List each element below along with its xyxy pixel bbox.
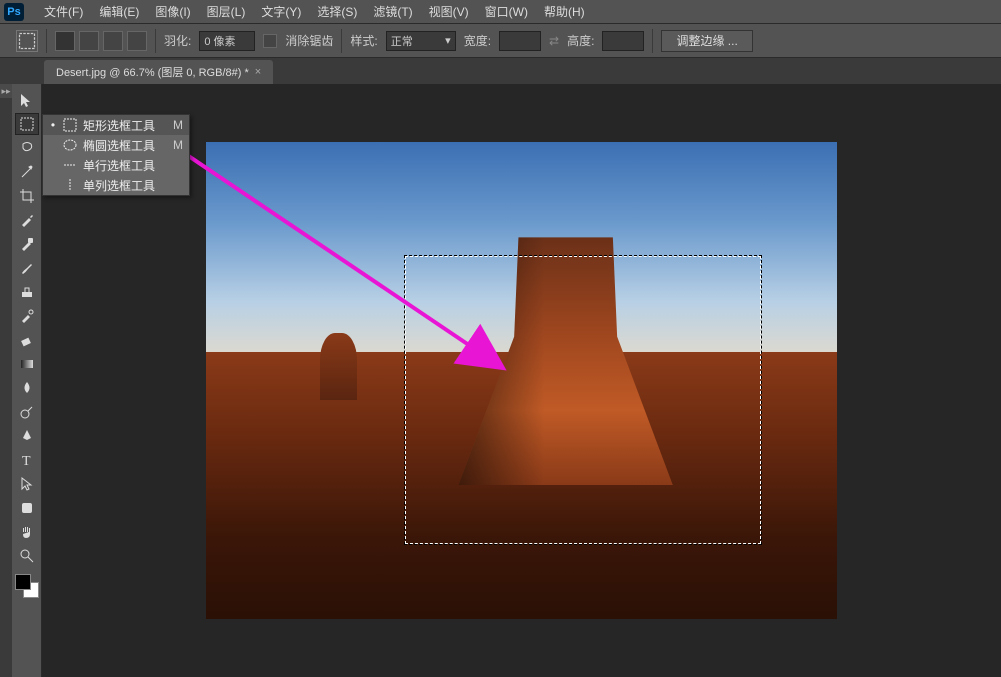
bullet-icon: • — [49, 118, 57, 132]
marquee-tool[interactable] — [15, 113, 39, 135]
flyout-shortcut: M — [173, 118, 183, 132]
dodge-tool[interactable] — [15, 401, 39, 423]
menu-file[interactable]: 文件(F) — [36, 3, 91, 20]
blur-tool[interactable] — [15, 377, 39, 399]
close-icon[interactable]: × — [255, 66, 261, 78]
selection-intersect-icon[interactable] — [127, 31, 147, 51]
row-marquee-icon — [63, 158, 77, 172]
style-label: 样式: — [350, 32, 377, 49]
feather-input[interactable] — [199, 31, 255, 51]
selection-new-icon[interactable] — [55, 31, 75, 51]
document-canvas[interactable] — [206, 142, 837, 619]
eyedropper-tool[interactable] — [15, 209, 39, 231]
options-bar: 羽化: 消除锯齿 样式: 正常 ▾ 宽度: ⇄ 高度: 调整边缘 ... — [0, 24, 1001, 58]
flyout-row-marquee[interactable]: 单行选框工具 — [43, 155, 189, 175]
flyout-col-marquee[interactable]: 单列选框工具 — [43, 175, 189, 195]
selection-add-icon[interactable] — [79, 31, 99, 51]
lasso-tool[interactable] — [15, 137, 39, 159]
pen-tool[interactable] — [15, 425, 39, 447]
menu-layer[interactable]: 图层(L) — [199, 3, 254, 20]
divider — [341, 29, 342, 53]
menu-select[interactable]: 选择(S) — [309, 3, 365, 20]
antialias-checkbox[interactable] — [263, 34, 277, 48]
gradient-tool[interactable] — [15, 353, 39, 375]
crop-tool[interactable] — [15, 185, 39, 207]
antialias-label: 消除锯齿 — [285, 32, 333, 49]
width-input[interactable] — [499, 31, 541, 51]
menubar: Ps 文件(F) 编辑(E) 图像(I) 图层(L) 文字(Y) 选择(S) 滤… — [0, 0, 1001, 24]
image-butte-small — [320, 333, 358, 400]
selection-mode-group — [55, 31, 147, 51]
divider — [46, 29, 47, 53]
app-logo: Ps — [4, 3, 24, 21]
width-label: 宽度: — [464, 32, 491, 49]
tab-title: Desert.jpg @ 66.7% (图层 0, RGB/8#) * — [56, 64, 249, 80]
foreground-color-swatch[interactable] — [15, 574, 31, 590]
history-brush-tool[interactable] — [15, 305, 39, 327]
selection-subtract-icon[interactable] — [103, 31, 123, 51]
path-selection-tool[interactable] — [15, 473, 39, 495]
flyout-label: 矩形选框工具 — [83, 117, 167, 134]
col-marquee-icon — [63, 178, 77, 192]
marquee-tool-flyout: • 矩形选框工具 M 椭圆选框工具 M 单行选框工具 单列选框工具 — [42, 114, 190, 196]
panel-expand-icon[interactable]: ▸▸ — [0, 84, 12, 98]
type-tool[interactable]: T — [15, 449, 39, 471]
style-dropdown[interactable]: 正常 ▾ — [386, 31, 456, 51]
ellipse-marquee-icon — [63, 138, 77, 152]
svg-text:T: T — [22, 454, 31, 468]
flyout-label: 单列选框工具 — [83, 177, 177, 194]
menu-window[interactable]: 窗口(W) — [477, 3, 536, 20]
flyout-label: 椭圆选框工具 — [83, 137, 167, 154]
tool-preset-icon[interactable] — [16, 30, 38, 52]
style-value: 正常 — [391, 33, 413, 49]
flyout-label: 单行选框工具 — [83, 157, 177, 174]
divider — [652, 29, 653, 53]
divider — [155, 29, 156, 53]
menu-view[interactable]: 视图(V) — [421, 3, 477, 20]
swap-icon[interactable]: ⇄ — [549, 34, 559, 48]
document-tabbar: Desert.jpg @ 66.7% (图层 0, RGB/8#) * × — [0, 58, 1001, 84]
left-gutter — [0, 84, 12, 677]
menu-image[interactable]: 图像(I) — [147, 3, 198, 20]
move-tool[interactable] — [15, 89, 39, 111]
document-tab[interactable]: Desert.jpg @ 66.7% (图层 0, RGB/8#) * × — [44, 60, 273, 84]
toolbar: T — [12, 84, 42, 677]
zoom-tool[interactable] — [15, 545, 39, 567]
menu-type[interactable]: 文字(Y) — [253, 3, 309, 20]
refine-edge-button[interactable]: 调整边缘 ... — [661, 30, 752, 52]
flyout-ellipse-marquee[interactable]: 椭圆选框工具 M — [43, 135, 189, 155]
healing-brush-tool[interactable] — [15, 233, 39, 255]
magic-wand-tool[interactable] — [15, 161, 39, 183]
rect-marquee-icon — [63, 118, 77, 132]
eraser-tool[interactable] — [15, 329, 39, 351]
color-swatch[interactable] — [15, 574, 39, 598]
shape-tool[interactable] — [15, 497, 39, 519]
brush-tool[interactable] — [15, 257, 39, 279]
menu-help[interactable]: 帮助(H) — [536, 3, 593, 20]
hand-tool[interactable] — [15, 521, 39, 543]
feather-label: 羽化: — [164, 32, 191, 49]
height-label: 高度: — [567, 32, 594, 49]
flyout-shortcut: M — [173, 138, 183, 152]
clone-stamp-tool[interactable] — [15, 281, 39, 303]
menu-filter[interactable]: 滤镜(T) — [365, 3, 420, 20]
selection-marquee[interactable] — [404, 255, 762, 545]
flyout-rect-marquee[interactable]: • 矩形选框工具 M — [43, 115, 189, 135]
height-input[interactable] — [602, 31, 644, 51]
menu-edit[interactable]: 编辑(E) — [91, 3, 147, 20]
chevron-down-icon: ▾ — [445, 34, 451, 47]
